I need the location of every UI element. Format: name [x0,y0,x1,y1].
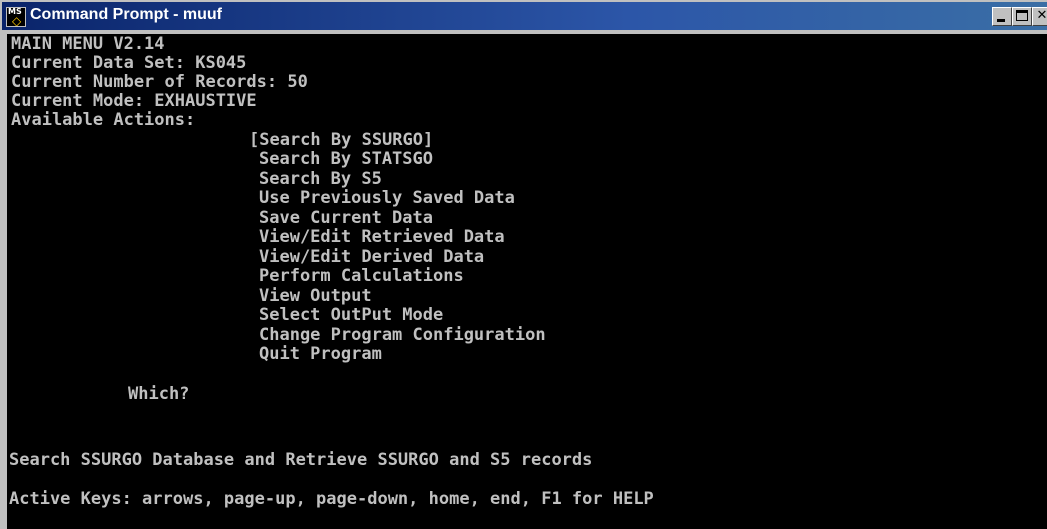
close-button[interactable]: ✕ [1032,7,1047,26]
close-icon: ✕ [1036,8,1047,23]
minimize-icon [997,19,1005,22]
menu-item-view-edit-retrieved[interactable]: View/Edit Retrieved Data [259,227,505,247]
minimize-button[interactable] [992,7,1012,26]
title-bar[interactable]: MS ◇ Command Prompt - muuf ✕ [2,2,1047,30]
menu-version: MAIN MENU V2.14 [11,34,165,54]
menu-item-save-current-data[interactable]: Save Current Data [259,208,433,228]
menu-item-perform-calculations[interactable]: Perform Calculations [259,266,464,286]
current-mode: Current Mode: EXHAUSTIVE [11,91,257,111]
menu-item-select-output-mode[interactable]: Select OutPut Mode [259,305,443,325]
menu-item-change-configuration[interactable]: Change Program Configuration [259,325,546,345]
ms-dos-icon[interactable]: MS ◇ [6,7,26,27]
maximize-icon [1016,10,1028,21]
window-title: Command Prompt - muuf [30,6,222,23]
action-description: Search SSURGO Database and Retrieve SSUR… [9,450,593,470]
current-record-count: Current Number of Records: 50 [11,72,308,92]
menu-item-search-by-s5[interactable]: Search By S5 [259,169,382,189]
menu-item-view-edit-derived[interactable]: View/Edit Derived Data [259,247,484,267]
console-area[interactable]: MAIN MENU V2.14 Current Data Set: KS045 … [7,34,1047,529]
which-prompt: Which? [128,384,190,404]
menu-item-use-saved-data[interactable]: Use Previously Saved Data [259,188,515,208]
maximize-button[interactable] [1012,7,1032,26]
command-prompt-window: MS ◇ Command Prompt - muuf ✕ MAIN MENU V2… [0,0,1047,529]
active-keys-help: Active Keys: arrows, page-up, page-down,… [9,489,654,509]
menu-item-search-by-statsgo[interactable]: Search By STATSGO [259,149,433,169]
available-actions-label: Available Actions: [11,110,196,130]
menu-item-quit-program[interactable]: Quit Program [259,344,382,364]
menu-item-search-by-ssurgo[interactable]: [Search By SSURGO] [249,130,433,150]
current-data-set: Current Data Set: KS045 [11,53,247,73]
menu-item-view-output[interactable]: View Output [259,286,372,306]
